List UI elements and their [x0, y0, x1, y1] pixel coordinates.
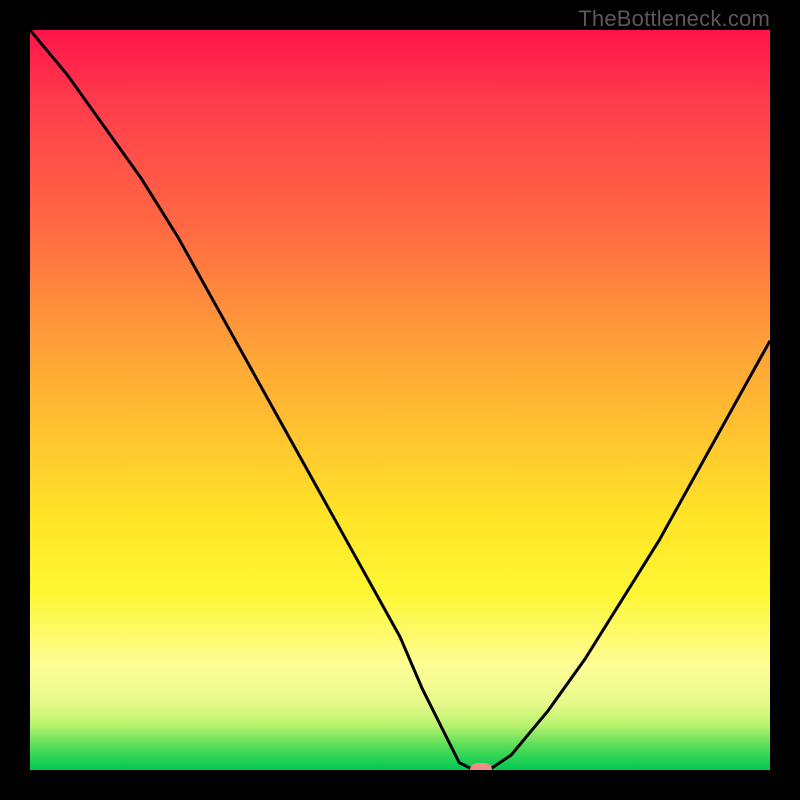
curve-path [30, 30, 770, 770]
plot-area [30, 30, 770, 770]
bottleneck-curve [30, 30, 770, 770]
chart-frame: TheBottleneck.com [0, 0, 800, 800]
optimum-marker [470, 763, 492, 770]
attribution-text: TheBottleneck.com [578, 6, 770, 32]
